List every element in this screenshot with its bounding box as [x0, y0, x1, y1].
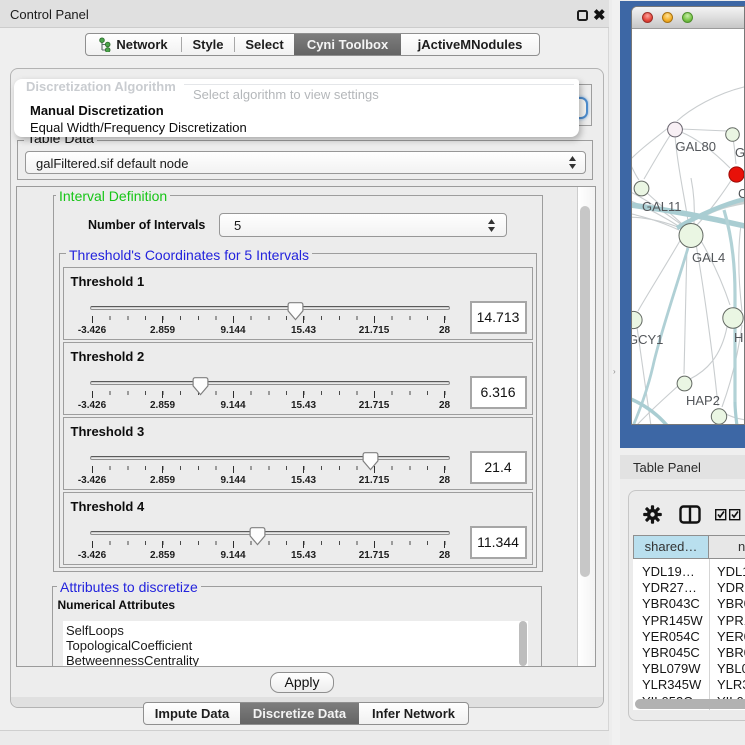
svg-text:H: H	[734, 330, 743, 345]
svg-text:GAL80: GAL80	[676, 139, 716, 154]
svg-text:GAL4: GAL4	[692, 250, 725, 265]
svg-text:C: C	[738, 186, 745, 201]
svg-text:GA: GA	[735, 145, 745, 160]
svg-text:GAL11: GAL11	[642, 199, 682, 214]
svg-text:HAP2: HAP2	[686, 393, 720, 408]
svg-text:GCY1: GCY1	[631, 332, 663, 347]
